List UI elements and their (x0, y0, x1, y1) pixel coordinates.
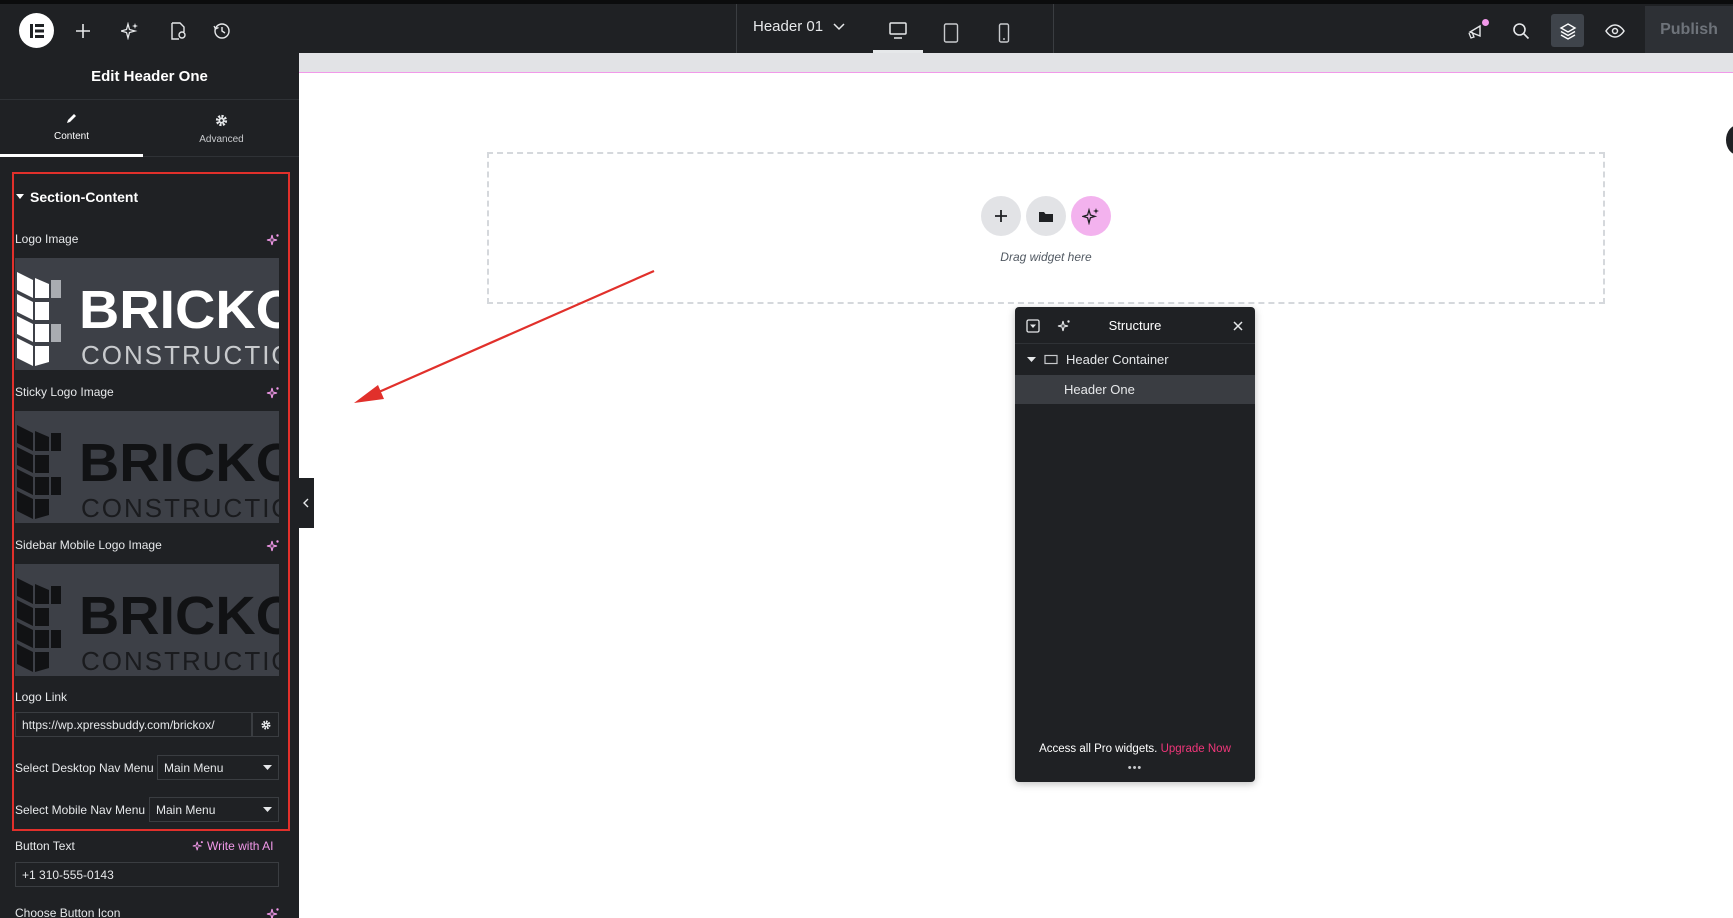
chevron-left-icon (303, 498, 309, 508)
caret-down-icon (263, 764, 272, 770)
logo-link-label: Logo Link (15, 690, 68, 704)
logo-link-input[interactable]: https://wp.xpressbuddy.com/brickox/ (15, 712, 252, 737)
structure-toggle-button[interactable] (1551, 14, 1584, 47)
structure-header: Structure (1015, 307, 1255, 344)
upgrade-now-link[interactable]: Upgrade Now (1161, 743, 1231, 755)
logo-wordmark: BRICKO (79, 586, 279, 646)
brickox-logo-dark: BRICKO CONSTRUCTIO (17, 425, 279, 523)
write-with-ai-label: Write with AI (207, 839, 274, 853)
desktop-nav-value: Main Menu (164, 760, 224, 775)
logo-subword: CONSTRUCTIO (81, 493, 279, 523)
button-text-label: Button Text (15, 839, 75, 853)
gear-icon (215, 114, 228, 126)
tab-advanced[interactable]: Advanced (150, 100, 293, 157)
container-icon (1044, 354, 1058, 365)
add-section-button[interactable] (981, 196, 1021, 236)
mobile-nav-label: Select Mobile Nav Menu (15, 803, 146, 817)
tab-content[interactable]: Content (0, 100, 143, 157)
notification-dot (1482, 19, 1489, 26)
ai-sparkle-icon[interactable] (266, 233, 280, 247)
close-icon[interactable] (1233, 321, 1243, 331)
canvas-top-strip (299, 53, 1733, 73)
history-icon[interactable] (207, 16, 237, 46)
add-template-button[interactable] (1026, 196, 1066, 236)
pro-upsell: Access all Pro widgets. Upgrade Now (1015, 743, 1255, 755)
resize-handle[interactable]: ••• (1015, 762, 1255, 774)
structure-panel: Structure Header Container Header One Ac… (1015, 307, 1255, 782)
ai-sparkle-icon[interactable] (266, 386, 280, 400)
pencil-icon (67, 114, 76, 123)
ai-sparkle-icon[interactable] (266, 539, 280, 553)
logo-image-preview[interactable]: BRICKO CONSTRUCTIO (15, 258, 279, 370)
choose-icon-label: Choose Button Icon (15, 906, 121, 918)
document-center-group: Header 01 (736, 4, 1054, 53)
layers-icon (1559, 22, 1576, 40)
sidebar-logo-preview[interactable]: BRICKO CONSTRUCTIO (15, 564, 279, 676)
add-icon[interactable] (68, 16, 98, 46)
gear-icon (261, 720, 270, 729)
preview-eye-icon[interactable] (1600, 16, 1630, 46)
logo-image-label: Logo Image (15, 232, 79, 246)
ai-sparkle-icon (1082, 207, 1099, 225)
structure-item-label: Header One (1064, 382, 1135, 397)
canvas-edge-element (1726, 125, 1733, 155)
caret-down-icon (263, 806, 272, 812)
drag-widget-hint: Drag widget here (1000, 250, 1092, 264)
document-title-dropdown[interactable]: Header 01 (753, 18, 845, 35)
mobile-view-button[interactable] (979, 12, 1029, 53)
add-icon (995, 210, 1007, 222)
logo-wordmark: BRICKO (79, 433, 279, 493)
top-bar: Header 01 Publish (0, 0, 1733, 53)
logo-subword: CONSTRUCTIO (81, 340, 279, 370)
ai-sparkle-icon (192, 841, 203, 851)
desktop-nav-select[interactable]: Main Menu (157, 755, 279, 780)
pro-upsell-text: Access all Pro widgets. (1039, 743, 1158, 755)
section-toggle[interactable]: Section-Content (16, 189, 138, 205)
panel-collapse-button[interactable] (298, 478, 314, 528)
editor-panel: Edit Header One Content Advanced Section… (0, 53, 299, 918)
mobile-nav-value: Main Menu (156, 802, 216, 817)
section-title: Section-Content (30, 189, 139, 205)
panel-title: Edit Header One (0, 53, 299, 100)
folder-icon (1039, 211, 1053, 222)
publish-button[interactable]: Publish (1645, 6, 1733, 53)
ai-sparkle-icon[interactable] (115, 16, 145, 46)
sticky-logo-preview[interactable]: BRICKO CONSTRUCTIO (15, 411, 279, 523)
brickox-logo-white: BRICKO CONSTRUCTIO (17, 272, 279, 370)
caret-down-icon (16, 194, 24, 199)
link-options-button[interactable] (252, 712, 279, 737)
structure-title: Structure (1108, 318, 1162, 333)
sidebar-logo-label: Sidebar Mobile Logo Image (15, 538, 162, 552)
mobile-icon (998, 22, 1010, 43)
annotation-arrow (354, 269, 655, 403)
structure-item-header-container[interactable]: Header Container (1015, 345, 1255, 374)
logo-subword: CONSTRUCTIO (81, 646, 279, 676)
button-text-input[interactable]: +1 310-555-0143 (15, 862, 279, 887)
sticky-logo-label: Sticky Logo Image (15, 385, 114, 399)
write-with-ai-button[interactable]: Write with AI (192, 839, 273, 853)
structure-item-header-one[interactable]: Header One (1015, 375, 1255, 404)
tablet-view-button[interactable] (926, 12, 976, 53)
elementor-logo-icon[interactable] (19, 13, 54, 48)
tab-content-label: Content (53, 131, 90, 142)
desktop-view-button[interactable] (873, 12, 923, 53)
ai-sparkle-icon[interactable] (266, 907, 280, 918)
whats-new-button[interactable] (1461, 16, 1491, 46)
desktop-nav-label: Select Desktop Nav Menu (15, 761, 154, 775)
panel-tabs: Content Advanced (0, 100, 299, 157)
tab-advanced-label: Advanced (199, 133, 244, 145)
document-title: Header 01 (753, 18, 824, 35)
chevron-down-icon (833, 22, 845, 30)
ai-generate-button[interactable] (1071, 196, 1111, 236)
mobile-nav-select[interactable]: Main Menu (149, 797, 279, 822)
structure-item-label: Header Container (1066, 352, 1169, 367)
logo-wordmark: BRICKO (79, 280, 279, 340)
page-settings-icon[interactable] (163, 16, 193, 46)
brickox-logo-dark: BRICKO CONSTRUCTIO (17, 578, 279, 676)
search-icon[interactable] (1506, 16, 1536, 46)
caret-down-icon (1027, 356, 1036, 362)
tablet-icon (943, 22, 959, 43)
desktop-icon (889, 22, 907, 39)
